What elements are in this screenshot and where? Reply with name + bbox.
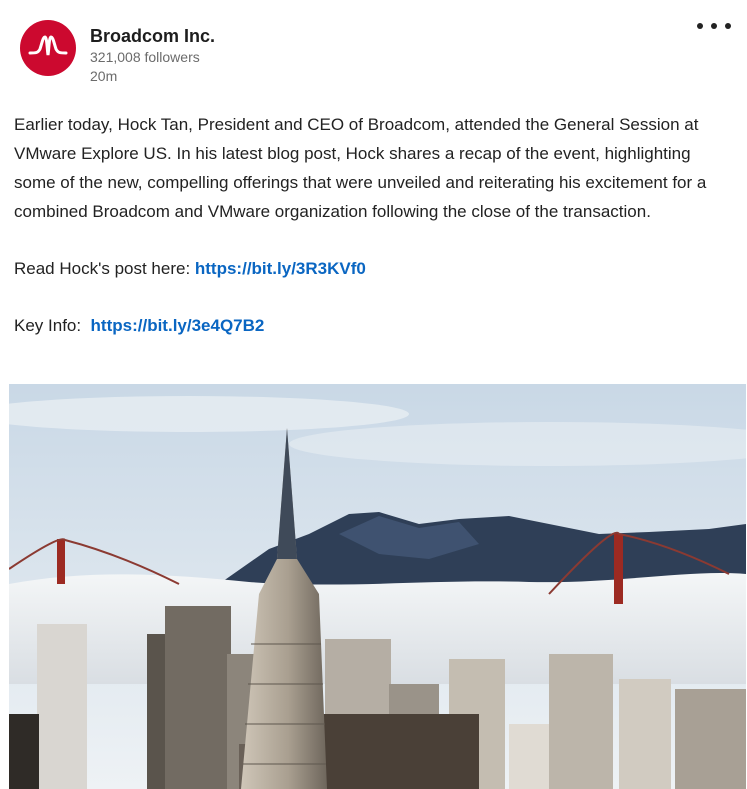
post-time: 20m [90,68,118,84]
key-info-label: Key Info: [14,316,91,335]
post-header: Broadcom Inc. 321,008 followers 20m [20,20,215,85]
more-options-icon[interactable] [697,16,731,36]
post-text: Earlier today, Hock Tan, President and C… [14,115,707,221]
post-body: Earlier today, Hock Tan, President and C… [14,110,736,340]
key-info-link[interactable]: https://bit.ly/3e4Q7B2 [91,316,265,335]
post-image[interactable] [9,384,746,789]
author-meta: Broadcom Inc. 321,008 followers 20m [90,20,215,85]
broadcom-logo-icon[interactable] [20,20,76,76]
follower-count: 321,008 followers [90,49,200,65]
read-line: Read Hock's post here: https://bit.ly/3R… [14,254,736,283]
key-info-line: Key Info: https://bit.ly/3e4Q7B2 [14,311,736,340]
company-name[interactable]: Broadcom Inc. [90,24,215,48]
read-label: Read Hock's post here: [14,259,195,278]
read-post-link[interactable]: https://bit.ly/3R3KVf0 [195,259,366,278]
